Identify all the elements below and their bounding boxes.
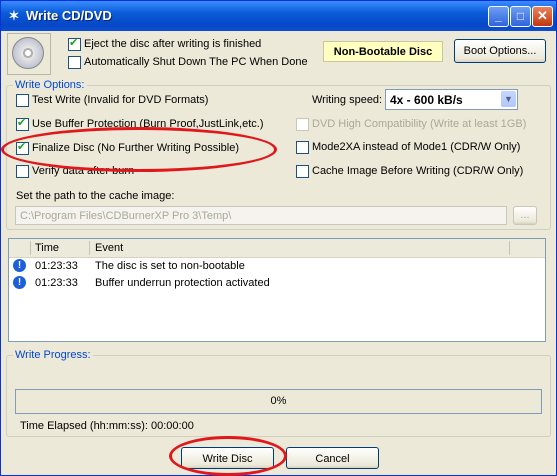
time-elapsed: Time Elapsed (hh:mm:ss): 00:00:00 [20, 420, 194, 432]
cd-icon-frame [7, 33, 51, 75]
write-cd-dvd-window: ✶ Write CD/DVD _ □ ✕ Eject the disc afte… [0, 0, 557, 476]
eject-checkbox[interactable] [68, 36, 81, 51]
event-log[interactable]: Time Event ! 01:23:33 The disc is set to… [8, 238, 546, 342]
write-disc-button[interactable]: Write Disc [181, 447, 274, 469]
progress-bar: 0% [15, 389, 542, 414]
verify-checkbox[interactable] [16, 165, 29, 178]
col-time-header[interactable]: Time [35, 242, 59, 254]
log-time: 01:23:33 [35, 260, 78, 272]
window-title: Write CD/DVD [26, 8, 112, 23]
dvd-compat-label: DVD High Compatibility (Write at least 1… [312, 118, 527, 130]
boot-options-button[interactable]: Boot Options... [454, 39, 546, 63]
shutdown-label: Automatically Shut Down The PC When Done [84, 56, 308, 68]
progress-percent: 0% [270, 395, 287, 407]
column-divider[interactable] [89, 241, 90, 255]
close-button[interactable]: ✕ [532, 6, 553, 27]
log-event: The disc is set to non-bootable [95, 260, 245, 272]
write-options-label: Write Options: [13, 79, 87, 91]
cache-image-label: Cache Image Before Writing (CDR/W Only) [312, 165, 524, 177]
dvd-compat-checkbox[interactable] [296, 118, 309, 131]
browse-button[interactable]: ... [513, 206, 537, 225]
cache-path-input[interactable]: C:\Program Files\CDBurnerXP Pro 3\Temp\ [15, 206, 507, 225]
chevron-down-icon[interactable]: ▼ [501, 91, 516, 107]
cache-path-label: Set the path to the cache image: [16, 190, 175, 202]
eject-label: Eject the disc after writing is finished [84, 38, 262, 50]
shutdown-checkbox[interactable] [68, 56, 81, 69]
write-progress-label: Write Progress: [13, 349, 93, 361]
finalize-disc-checkbox[interactable] [16, 140, 29, 155]
info-icon: ! [13, 276, 26, 289]
log-time: 01:23:33 [35, 277, 78, 289]
writing-speed-label: Writing speed: [312, 94, 383, 106]
info-icon: ! [13, 259, 26, 272]
log-event: Buffer underrun protection activated [95, 277, 270, 289]
mode2xa-label: Mode2XA instead of Mode1 (CDR/W Only) [312, 141, 521, 153]
buffer-protection-label: Use Buffer Protection (Burn Proof,JustLi… [32, 118, 264, 130]
cache-image-checkbox[interactable] [296, 165, 309, 178]
test-write-checkbox[interactable] [16, 94, 29, 107]
bootable-status-badge: Non-Bootable Disc [323, 41, 443, 62]
col-event-header[interactable]: Event [95, 242, 123, 254]
app-icon: ✶ [8, 8, 20, 23]
writing-speed-value: 4x - 600 kB/s [390, 93, 463, 107]
title-bar[interactable]: ✶ Write CD/DVD _ □ ✕ [1, 1, 556, 31]
log-row[interactable]: ! 01:23:33 The disc is set to non-bootab… [9, 258, 545, 275]
buffer-protection-checkbox[interactable] [16, 116, 29, 131]
finalize-disc-label: Finalize Disc (No Further Writing Possib… [32, 142, 240, 154]
mode2xa-checkbox[interactable] [296, 141, 309, 154]
log-row[interactable]: ! 01:23:33 Buffer underrun protection ac… [9, 275, 545, 292]
writing-speed-select[interactable]: 4x - 600 kB/s ▼ [385, 89, 518, 110]
minimize-button[interactable]: _ [488, 6, 509, 27]
verify-label: Verify data after burn [32, 165, 135, 177]
cancel-button[interactable]: Cancel [286, 447, 379, 469]
test-write-label: Test Write (Invalid for DVD Formats) [32, 94, 209, 106]
column-divider[interactable] [509, 241, 510, 255]
column-divider[interactable] [30, 241, 31, 255]
maximize-button[interactable]: □ [510, 6, 531, 27]
log-header: Time Event [9, 239, 545, 258]
